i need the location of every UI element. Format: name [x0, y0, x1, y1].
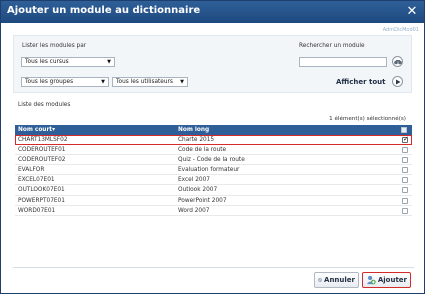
search-button[interactable]: [392, 56, 403, 67]
dropdown-arrow-icon: ▼: [101, 79, 105, 85]
sort-arrow-icon: ▾: [52, 127, 55, 133]
short-name-cell: EXCEL07E01: [18, 177, 55, 184]
table-row[interactable]: CODEROUTEF01 Code de la route: [15, 145, 412, 156]
cancel-button[interactable]: Annuler: [314, 272, 359, 288]
long-name-cell: Quiz - Code de la route: [178, 157, 245, 164]
long-name-cell: PowerPoint 2007: [178, 197, 227, 204]
table-row[interactable]: EVALFOR Evaluation formateur: [15, 165, 412, 176]
long-name-cell: Evaluation formateur: [178, 167, 240, 174]
row-checkbox[interactable]: [402, 207, 408, 214]
short-name-column-header[interactable]: Nom court▾: [18, 127, 55, 133]
short-name-cell: POWERPT07E01: [18, 197, 65, 204]
cursus-select[interactable]: Tous les cursus ▼: [21, 57, 115, 67]
add-button[interactable]: Ajouter: [362, 272, 411, 288]
row-checkbox[interactable]: [402, 157, 408, 164]
groups-select-value: Tous les groupes: [25, 79, 74, 85]
short-name-cell: CODEROUTEF01: [18, 147, 66, 154]
table-header: Nom court▾ Nom long: [15, 125, 412, 135]
add-user-icon: [366, 275, 376, 285]
long-name-cell: Excel 2007: [178, 177, 210, 184]
short-name-header-label: Nom court: [18, 127, 53, 133]
play-icon: [395, 79, 400, 84]
search-input[interactable]: [299, 57, 387, 67]
short-name-cell: WORD07E01: [18, 207, 56, 214]
show-all-link[interactable]: Afficher tout: [336, 78, 385, 86]
table-row[interactable]: WORD07E01 Word 2007: [15, 206, 412, 216]
show-all-button[interactable]: [392, 76, 403, 87]
dropdown-arrow-icon: ▼: [107, 59, 111, 65]
dialog-title: Ajouter un module au dictionnaire: [7, 5, 201, 16]
table-row[interactable]: POWERPT07E01 PowerPoint 2007: [15, 196, 412, 206]
cancel-icon: [318, 278, 322, 282]
add-module-dialog: Ajouter un module au dictionnaire ✕ AdmD…: [0, 0, 425, 294]
row-checkbox[interactable]: [402, 187, 408, 194]
long-name-cell: Charte 2015: [178, 137, 215, 143]
short-name-cell: CODEROUTEF02: [18, 157, 66, 164]
cancel-button-label: Annuler: [324, 276, 355, 284]
add-button-label: Ajouter: [377, 276, 407, 284]
table-row[interactable]: OUTLOOK07E01 Outlook 2007: [15, 185, 412, 196]
row-checkbox[interactable]: [402, 167, 408, 174]
close-icon[interactable]: ✕: [406, 5, 418, 18]
dialog-id-label: AdmDicMod01: [382, 27, 419, 33]
groups-select[interactable]: Tous les groupes ▼: [21, 77, 109, 87]
table-row[interactable]: EXCEL07E01 Excel 2007: [15, 175, 412, 186]
search-label: Rechercher un module: [299, 43, 365, 49]
cursus-select-value: Tous les cursus: [25, 59, 69, 65]
long-name-cell: Outlook 2007: [178, 187, 218, 194]
long-name-cell: Code de la route: [178, 147, 227, 154]
footer-divider: [13, 267, 414, 268]
modules-table: Nom court▾ Nom long CHART13MLSF02 Charte …: [15, 125, 412, 216]
users-select[interactable]: Tous les utilisateurs ▼: [112, 77, 188, 87]
table-row[interactable]: CODEROUTEF02 Quiz - Code de la route: [15, 155, 412, 166]
long-name-cell: Word 2007: [178, 207, 210, 214]
binoculars-icon: [393, 59, 402, 64]
dropdown-arrow-icon: ▼: [180, 79, 184, 85]
selected-count: 1 élément(s) sélectionné(s): [329, 116, 406, 122]
short-name-cell: CHART13MLSF02: [18, 137, 68, 143]
users-select-value: Tous les utilisateurs: [116, 79, 173, 85]
select-all-checkbox[interactable]: [401, 127, 407, 133]
row-checkbox[interactable]: [402, 147, 408, 154]
filter-panel: Lister les modules par Tous les cursus ▼…: [13, 35, 412, 93]
row-checkbox[interactable]: [402, 135, 409, 143]
modules-list-label: Liste des modules: [18, 102, 71, 108]
row-checkbox[interactable]: [402, 197, 408, 204]
short-name-cell: EVALFOR: [18, 167, 45, 174]
long-name-column-header[interactable]: Nom long: [178, 127, 209, 133]
list-by-label: Lister les modules par: [22, 43, 87, 49]
row-checkbox[interactable]: [402, 177, 408, 184]
short-name-cell: OUTLOOK07E01: [18, 187, 65, 194]
table-body: CHART13MLSF02 Charte 2015 CODEROUTEF01 Code…: [15, 135, 412, 216]
table-row[interactable]: CHART13MLSF02 Charte 2015: [15, 135, 412, 146]
dialog-titlebar: Ajouter un module au dictionnaire ✕: [1, 1, 424, 23]
